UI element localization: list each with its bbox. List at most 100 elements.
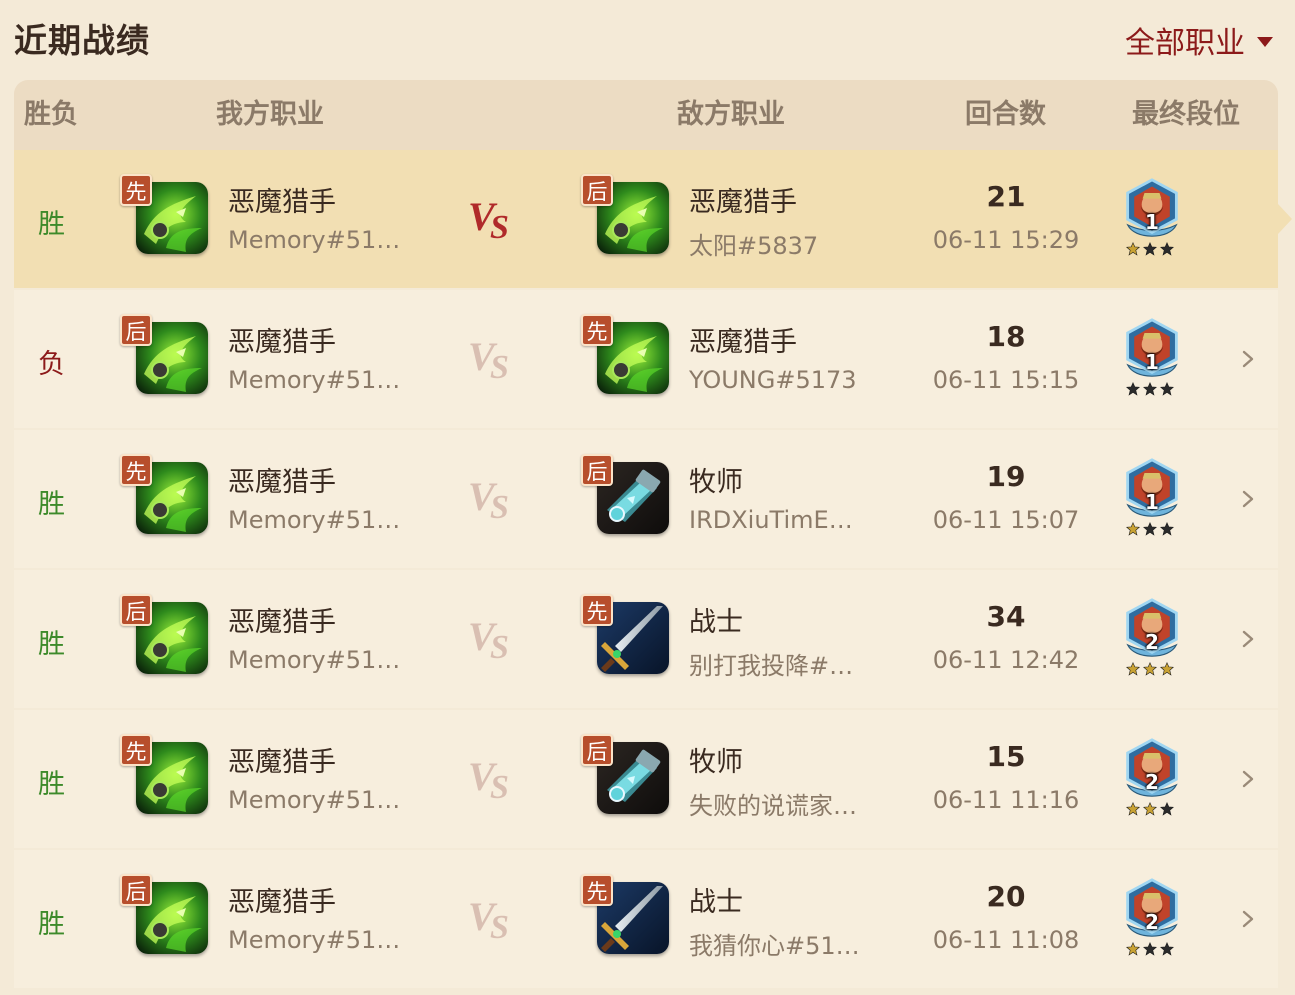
match-time: 06-11 11:16 xyxy=(932,786,1080,814)
enemy-player-name: 别打我投降#5… xyxy=(689,652,864,680)
my-turn-order-badge: 先 xyxy=(120,454,152,486)
rank-badge: 2 xyxy=(1122,878,1186,962)
match-result: 负 xyxy=(38,349,65,380)
my-player-name: Memory#51400 xyxy=(228,926,403,954)
match-row[interactable]: 胜 后 恶魔猎手 Memory#51400 V S 先 战士我猜你心#5170 20 06-11 … xyxy=(14,850,1278,988)
column-header-my-class: 我方职业 xyxy=(216,99,324,130)
match-row[interactable]: 负 后 恶魔猎手 Memory#51400 V S 先 恶魔猎手 YOUNG#5173 18 06-… xyxy=(14,290,1278,428)
rank-stars xyxy=(1126,382,1174,396)
rank-stars xyxy=(1126,242,1174,256)
match-result: 胜 xyxy=(38,209,65,240)
class-filter-label: 全部职业 xyxy=(1125,26,1245,61)
svg-text:S: S xyxy=(490,769,509,802)
turn-count: 21 xyxy=(986,180,1026,213)
rank-number: 1 xyxy=(1145,490,1159,514)
my-class-name: 恶魔猎手 xyxy=(228,747,336,778)
enemy-player-name: YOUNG#5173 xyxy=(689,366,857,394)
enemy-class-name: 牧师 xyxy=(689,467,743,498)
turn-count: 19 xyxy=(986,460,1026,493)
chevron-right-icon[interactable] xyxy=(1238,624,1258,654)
my-turn-order-badge: 后 xyxy=(120,874,152,906)
match-result: 胜 xyxy=(38,769,65,800)
my-player-name: Memory#51400 xyxy=(228,226,403,254)
my-player-name: Memory#51400 xyxy=(228,366,403,394)
chevron-right-icon[interactable] xyxy=(1238,344,1258,374)
vs-icon: VS xyxy=(466,890,516,946)
turn-count: 20 xyxy=(986,880,1026,913)
match-row[interactable]: 胜 后 恶魔猎手 Memory#51400 V S 先 战士别打我投降#5… 34 06-11 1… xyxy=(14,570,1278,708)
vs-icon: VS xyxy=(466,190,516,246)
rank-badge: 2 xyxy=(1122,738,1186,822)
match-row[interactable]: 胜 先 恶魔猎手 Memory#51400 V S 后 恶魔猎手太阳#5837 21 06-11 … xyxy=(14,150,1292,288)
my-class-name: 恶魔猎手 xyxy=(228,187,336,218)
turn-count: 18 xyxy=(986,320,1026,353)
enemy-class-name: 恶魔猎手 xyxy=(689,187,797,218)
chevron-right-icon[interactable] xyxy=(1238,484,1258,514)
rank-number: 2 xyxy=(1145,630,1159,654)
turn-count: 15 xyxy=(986,740,1026,773)
enemy-turn-order-badge: 先 xyxy=(581,874,613,906)
class-filter-dropdown[interactable]: 全部职业 xyxy=(1125,18,1273,62)
turn-count: 34 xyxy=(986,600,1026,633)
match-time: 06-11 15:07 xyxy=(932,506,1080,534)
rank-stars xyxy=(1126,662,1174,676)
enemy-class-name: 恶魔猎手 xyxy=(689,327,797,358)
table-header: 胜负 我方职业 敌方职业 回合数 最终段位 xyxy=(14,80,1278,150)
column-header-final-rank: 最终段位 xyxy=(1132,99,1240,130)
column-header-result: 胜负 xyxy=(24,99,78,130)
rank-badge: 1 xyxy=(1122,318,1186,402)
page-title: 近期战绩 xyxy=(14,21,150,60)
match-row[interactable]: 胜 先 恶魔猎手 Memory#51400 V S 后 牧师 失败的说谎家… 15 06-11 11… xyxy=(14,710,1278,848)
my-class-name: 恶魔猎手 xyxy=(228,467,336,498)
rank-number: 1 xyxy=(1145,210,1159,234)
rank-number: 2 xyxy=(1145,910,1159,934)
enemy-turn-order-badge: 后 xyxy=(581,734,613,766)
match-time: 06-11 11:08 xyxy=(932,926,1080,954)
chevron-right-icon[interactable] xyxy=(1238,764,1258,794)
enemy-player-name: 太阳#5837 xyxy=(689,232,819,260)
enemy-turn-order-badge: 后 xyxy=(581,174,613,206)
match-result: 胜 xyxy=(38,489,65,520)
enemy-turn-order-badge: 后 xyxy=(581,454,613,486)
svg-text:S: S xyxy=(490,489,509,522)
vs-icon: VS xyxy=(466,610,516,666)
enemy-turn-order-badge: 先 xyxy=(581,594,613,626)
my-player-name: Memory#51400 xyxy=(228,506,403,534)
rank-number: 2 xyxy=(1145,770,1159,794)
rank-stars xyxy=(1126,942,1174,956)
my-player-name: Memory#51400 xyxy=(228,786,403,814)
my-turn-order-badge: 后 xyxy=(120,594,152,626)
match-result: 胜 xyxy=(38,629,65,660)
my-class-name: 恶魔猎手 xyxy=(228,327,336,358)
enemy-player-name: IRDXiuTimE#… xyxy=(689,506,864,534)
vs-icon: VS xyxy=(466,470,516,526)
my-class-name: 恶魔猎手 xyxy=(228,887,336,918)
enemy-player-name: 我猜你心#5170 xyxy=(689,932,864,960)
rank-badge: 2 xyxy=(1122,598,1186,682)
match-result: 胜 xyxy=(38,909,65,940)
my-turn-order-badge: 后 xyxy=(120,314,152,346)
enemy-player-name: 失败的说谎家… xyxy=(689,792,857,820)
match-time: 06-11 12:42 xyxy=(932,646,1080,674)
match-row[interactable]: 胜 先 恶魔猎手 Memory#51400 V S 后 牧师 IRDXiuTimE#… 19 06-… xyxy=(14,430,1278,568)
svg-text:S: S xyxy=(490,629,509,662)
my-class-name: 恶魔猎手 xyxy=(228,607,336,638)
caret-down-icon xyxy=(1257,37,1273,47)
my-turn-order-badge: 先 xyxy=(120,174,152,206)
rank-number: 1 xyxy=(1145,350,1159,374)
match-history-table: 胜负 我方职业 敌方职业 回合数 最终段位 胜先恶魔猎手 Memory#51400… xyxy=(14,80,1292,995)
my-player-name: Memory#51400 xyxy=(228,646,403,674)
enemy-class-name: 牧师 xyxy=(689,747,743,778)
match-time: 06-11 15:29 xyxy=(932,226,1080,254)
enemy-turn-order-badge: 先 xyxy=(581,314,613,346)
column-header-enemy-class: 敌方职业 xyxy=(677,99,785,130)
svg-text:S: S xyxy=(490,209,509,242)
chevron-right-icon[interactable] xyxy=(1238,904,1258,934)
enemy-class-name: 战士 xyxy=(689,887,743,918)
column-header-turns: 回合数 xyxy=(965,99,1046,130)
svg-text:S: S xyxy=(490,909,509,942)
enemy-class-name: 战士 xyxy=(689,607,743,638)
vs-icon: VS xyxy=(466,330,516,386)
vs-icon: VS xyxy=(466,750,516,806)
rank-stars xyxy=(1126,802,1174,816)
